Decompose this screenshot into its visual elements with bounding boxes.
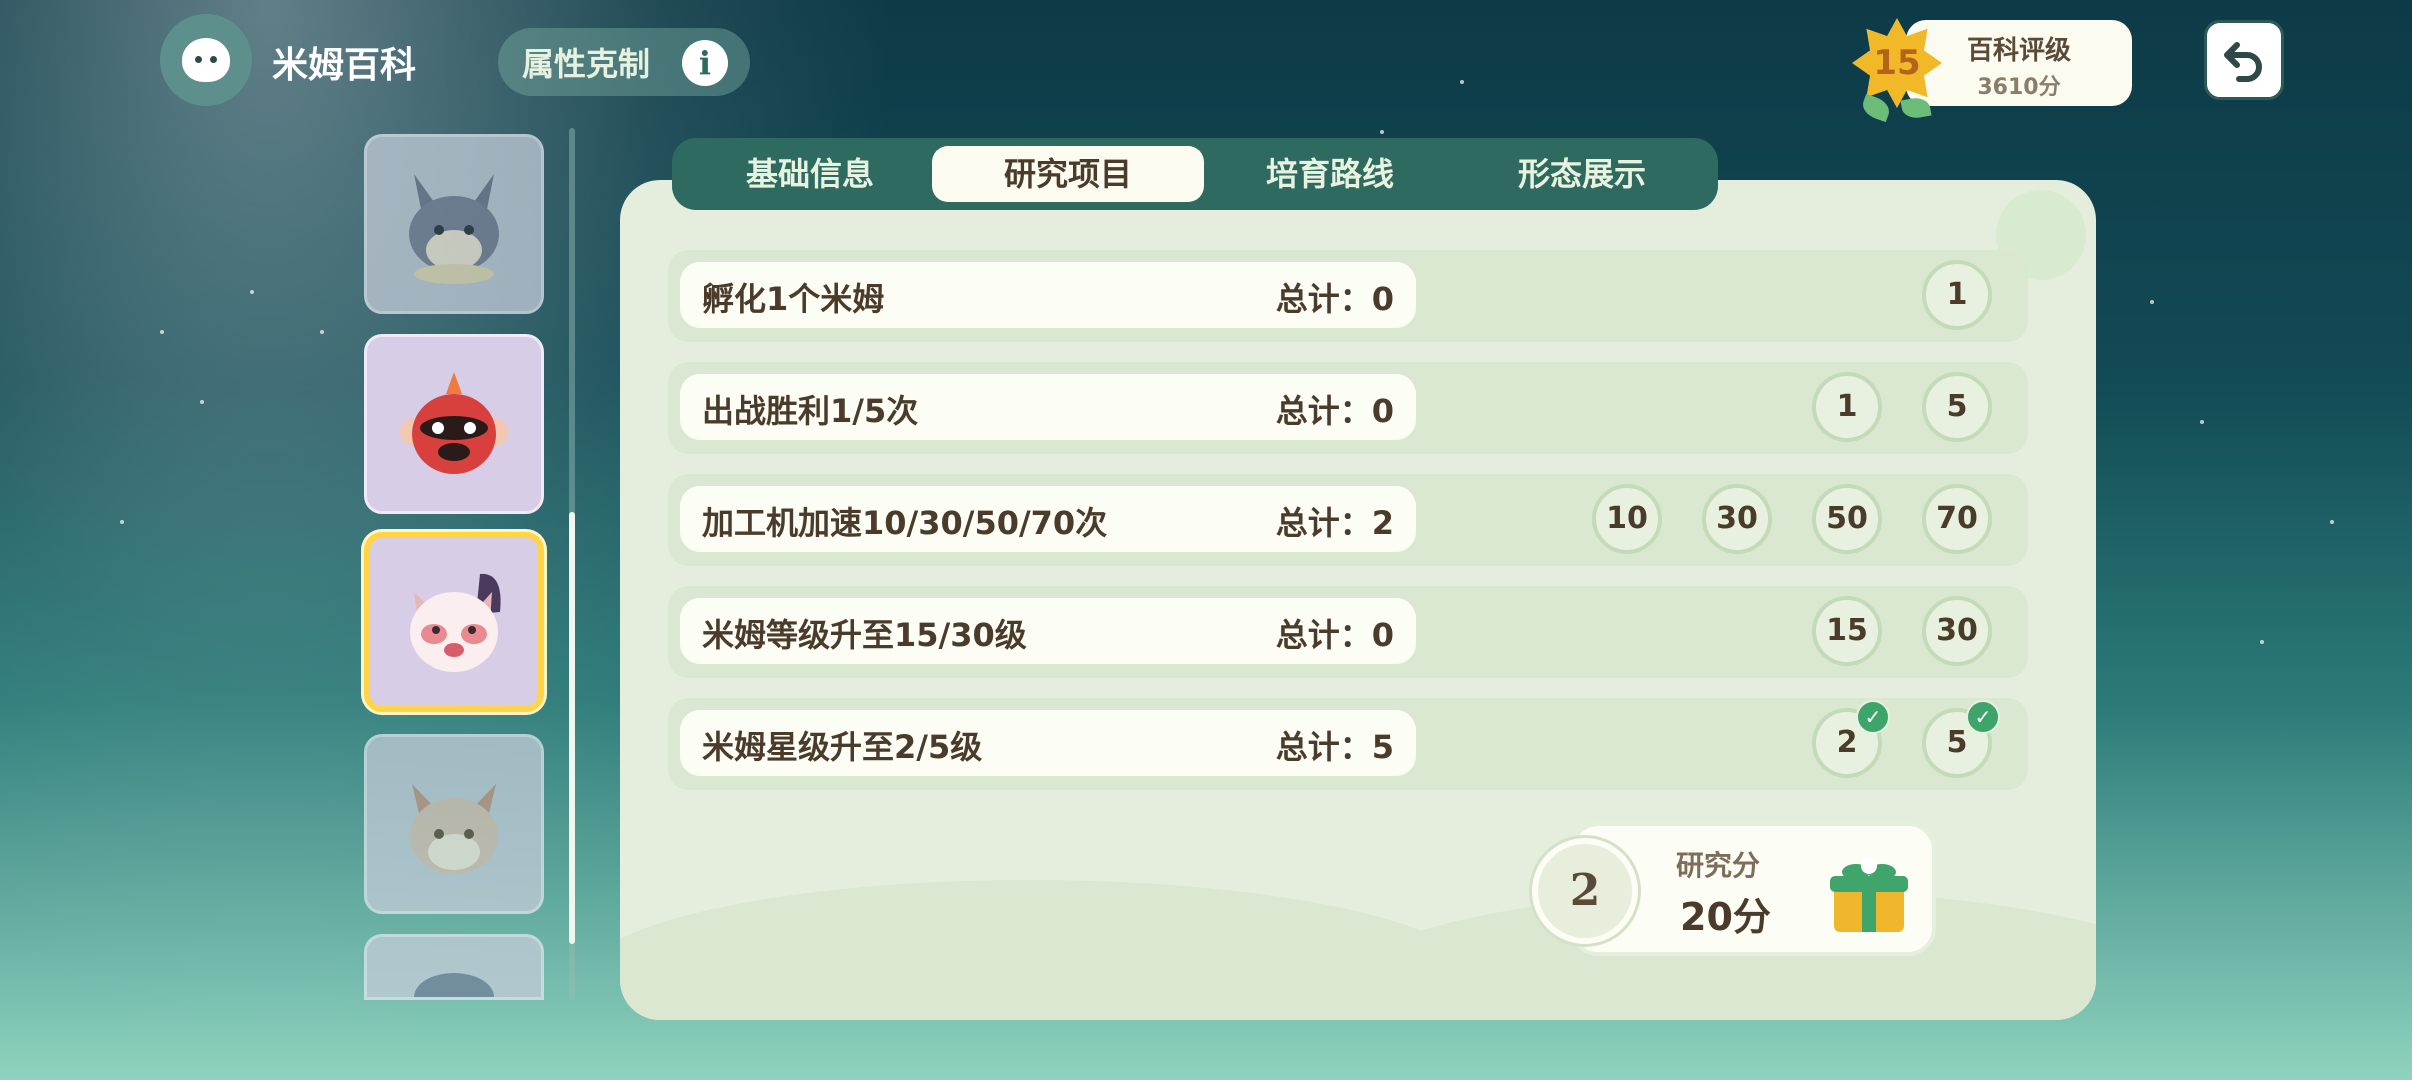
research-total: 总计：2 xyxy=(1275,504,1394,542)
red-fire-ball-icon xyxy=(400,372,508,474)
tab-basic-info[interactable]: 基础信息 xyxy=(692,146,928,202)
milestone-badge-completed[interactable]: 2 ✓ xyxy=(1812,700,1890,778)
tab-form-display[interactable]: 形态展示 xyxy=(1464,146,1700,202)
reward-value: 20分 xyxy=(1680,895,1771,939)
leaf-icon xyxy=(1859,93,1893,123)
research-row: 加工机加速10/30/50/70次 总计：2 10 30 50 70 xyxy=(668,474,2028,566)
research-desc: 出战胜利1/5次 xyxy=(702,392,919,430)
milestone-badge[interactable]: 30 xyxy=(1922,596,1992,666)
milestone-badge[interactable]: 30 xyxy=(1702,484,1772,554)
mim-blob-icon xyxy=(182,38,230,82)
leaf-icon xyxy=(1900,95,1932,121)
milestone-badge[interactable]: 1 xyxy=(1812,372,1882,442)
type-chart-label: 属性克制 xyxy=(522,45,651,83)
info-icon[interactable]: i xyxy=(682,40,728,86)
reward-label: 研究分 xyxy=(1676,849,1761,882)
milestone-badge[interactable]: 50 xyxy=(1812,484,1882,554)
page-title: 米姆百科 xyxy=(272,45,417,86)
app-logo xyxy=(160,14,252,106)
research-desc: 孵化1个米姆 xyxy=(702,280,885,318)
research-total: 总计：5 xyxy=(1275,728,1394,766)
list-scrollbar-thumb[interactable] xyxy=(569,512,575,944)
monster-card-wolf-pup[interactable] xyxy=(364,134,544,314)
milestone-badge[interactable]: 5 xyxy=(1922,372,1992,442)
tab-research[interactable]: 研究项目 xyxy=(932,146,1204,202)
tab-bar: 基础信息 研究项目 培育路线 形态展示 xyxy=(672,138,1718,210)
research-pill: 孵化1个米姆 总计：0 xyxy=(680,262,1416,328)
gift-box-icon[interactable] xyxy=(1826,858,1912,934)
check-icon: ✓ xyxy=(1966,700,2000,734)
tab-breeding-route[interactable]: 培育路线 xyxy=(1212,146,1448,202)
monster-card-blue-shell[interactable] xyxy=(364,934,544,1000)
rank-level: 15 xyxy=(1873,43,1921,83)
research-pill: 加工机加速10/30/50/70次 总计：2 xyxy=(680,486,1416,552)
research-total: 总计：0 xyxy=(1275,392,1394,430)
reward-count-badge: 2 xyxy=(1532,838,1638,944)
milestone-badge[interactable]: 1 xyxy=(1922,260,1992,330)
blue-shell-icon xyxy=(414,973,494,997)
research-total: 总计：0 xyxy=(1275,280,1394,318)
research-pill: 米姆星级升至2/5级 总计：5 xyxy=(680,710,1416,776)
research-total: 总计：0 xyxy=(1275,616,1394,654)
research-row: 孵化1个米姆 总计：0 1 xyxy=(668,250,2028,342)
research-row: 米姆等级升至15/30级 总计：0 15 30 xyxy=(668,586,2028,678)
check-icon: ✓ xyxy=(1856,700,1890,734)
pink-red-panda-icon xyxy=(410,573,501,672)
monster-card-pink-red-panda[interactable] xyxy=(364,532,544,712)
fox-cub-icon xyxy=(410,784,498,874)
research-desc: 米姆等级升至15/30级 xyxy=(702,616,1027,654)
monster-card-fox-cub[interactable] xyxy=(364,734,544,914)
back-arrow-icon xyxy=(2224,42,2262,82)
milestone-badge[interactable]: 10 xyxy=(1592,484,1662,554)
back-button[interactable] xyxy=(2204,20,2284,100)
research-row: 出战胜利1/5次 总计：0 1 5 xyxy=(668,362,2028,454)
milestone-badge[interactable]: 70 xyxy=(1922,484,1992,554)
research-desc: 米姆星级升至2/5级 xyxy=(702,728,983,766)
milestone-value: 2 xyxy=(1836,725,1858,760)
type-chart-button[interactable]: 属性克制 i xyxy=(498,28,750,96)
research-desc: 加工机加速10/30/50/70次 xyxy=(702,504,1108,542)
research-row: 米姆星级升至2/5级 总计：5 2 ✓ 5 ✓ xyxy=(668,698,2028,790)
rank-badge: 15 xyxy=(1852,18,1942,123)
milestone-badge[interactable]: 15 xyxy=(1812,596,1882,666)
research-pill: 米姆等级升至15/30级 总计：0 xyxy=(680,598,1416,664)
milestone-value: 5 xyxy=(1946,725,1968,760)
monster-card-red-fire-ball[interactable] xyxy=(364,334,544,514)
milestone-badge-completed[interactable]: 5 ✓ xyxy=(1922,700,2000,778)
wolf-pup-icon xyxy=(409,174,499,284)
research-pill: 出战胜利1/5次 总计：0 xyxy=(680,374,1416,440)
